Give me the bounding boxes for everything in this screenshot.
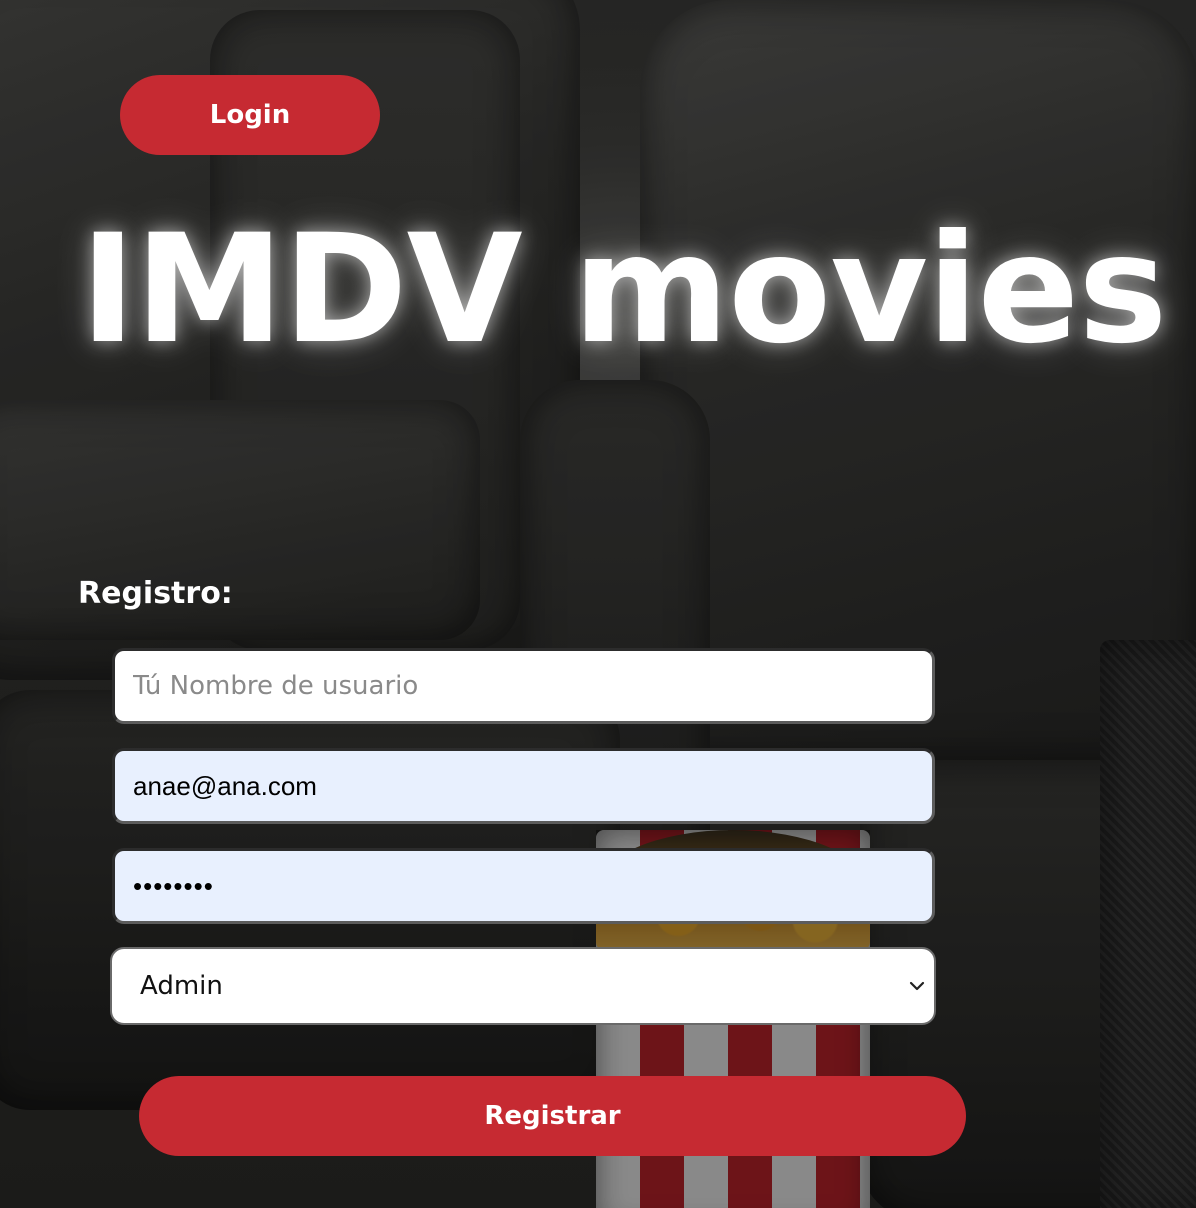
- register-button[interactable]: Registrar: [139, 1076, 966, 1156]
- login-button[interactable]: Login: [120, 75, 380, 155]
- form-heading: Registro:: [78, 576, 233, 611]
- chevron-down-icon: [909, 981, 925, 991]
- role-select-value: Admin: [140, 971, 223, 1001]
- username-input[interactable]: [112, 648, 935, 724]
- password-input[interactable]: [112, 848, 935, 924]
- page-title: IMDV movies: [80, 203, 1167, 377]
- role-select[interactable]: Admin: [110, 947, 936, 1025]
- email-input[interactable]: [112, 748, 935, 824]
